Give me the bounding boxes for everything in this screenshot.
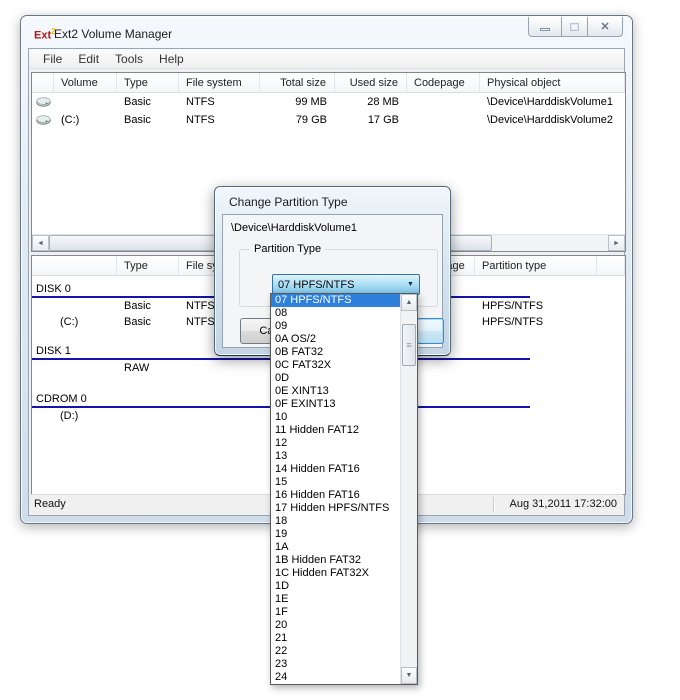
dropdown-item[interactable]: 1D: [271, 580, 400, 593]
disk-icon: [32, 115, 54, 125]
volume-row[interactable]: Basic NTFS 99 MB 28 MB \Device\HarddiskV…: [32, 93, 625, 111]
column-header-type[interactable]: Type: [117, 256, 179, 275]
cell-partition-type: HPFS/NTFS: [482, 300, 544, 312]
page: Ext2 Ext2 Volume Manager ✕ File Edit Too…: [0, 0, 680, 700]
status-separator: [493, 497, 494, 512]
app-icon: Ext2: [34, 27, 56, 42]
groupbox-label: Partition Type: [250, 243, 326, 255]
dropdown-item[interactable]: 0E XINT13: [271, 385, 400, 398]
menu-file[interactable]: File: [35, 50, 70, 68]
dropdown-item[interactable]: 14 Hidden FAT16: [271, 463, 400, 476]
cell-partition-type: HPFS/NTFS: [482, 316, 544, 328]
minimize-icon: [540, 28, 550, 31]
minimize-button[interactable]: [528, 17, 562, 37]
dropdown-item[interactable]: 0C FAT32X: [271, 359, 400, 372]
menu-edit[interactable]: Edit: [70, 50, 107, 68]
dropdown-item[interactable]: 24: [271, 671, 400, 684]
dropdown-item[interactable]: 08: [271, 307, 400, 320]
menu-tools[interactable]: Tools: [107, 50, 151, 68]
status-datetime: Aug 31,2011 17:32:00: [509, 498, 617, 510]
dropdown-item[interactable]: 12: [271, 437, 400, 450]
column-header-volume[interactable]: Volume: [54, 73, 117, 92]
cell-type: RAW: [124, 362, 150, 374]
column-header-name[interactable]: [32, 256, 117, 275]
column-header-partition-type[interactable]: Partition type: [475, 256, 597, 275]
dropdown-item[interactable]: 18: [271, 515, 400, 528]
device-path-label: \Device\HarddiskVolume1: [231, 222, 357, 234]
cell-physical-object: \Device\HarddiskVolume1: [487, 96, 613, 108]
column-header-icon[interactable]: [32, 73, 54, 92]
dropdown-item[interactable]: 0F EXINT13: [271, 398, 400, 411]
menu-help[interactable]: Help: [151, 50, 192, 68]
dropdown-item[interactable]: 16 Hidden FAT16: [271, 489, 400, 502]
cell-volume: (C:): [61, 114, 80, 126]
partition-type-combobox[interactable]: 07 HPFS/NTFS ▼: [272, 274, 420, 295]
cell-total-size: 99 MB: [295, 96, 327, 108]
cell-filesystem: NTFS: [186, 96, 215, 108]
dropdown-item[interactable]: 07 HPFS/NTFS: [271, 294, 400, 307]
cell-filesystem: NTFS: [186, 114, 215, 126]
dropdown-item[interactable]: 1B Hidden FAT32: [271, 554, 400, 567]
cell-type: Basic: [124, 96, 151, 108]
close-icon: ✕: [600, 21, 610, 33]
dropdown-item[interactable]: 15: [271, 476, 400, 489]
volumes-header: Volume Type File system Total size Used …: [32, 73, 625, 93]
cell-type: Basic: [124, 114, 151, 126]
combobox-value: 07 HPFS/NTFS: [278, 278, 355, 291]
dropdown-item[interactable]: 21: [271, 632, 400, 645]
dropdown-item[interactable]: 1C Hidden FAT32X: [271, 567, 400, 580]
titlebar[interactable]: Ext2 Ext2 Volume Manager ✕: [21, 16, 632, 49]
dropdown-item[interactable]: 0A OS/2: [271, 333, 400, 346]
cell-type: Basic: [124, 300, 151, 312]
column-header-codepage[interactable]: Codepage: [407, 73, 480, 92]
maximize-button[interactable]: [562, 17, 588, 37]
scroll-right-icon[interactable]: ►: [608, 235, 625, 251]
dropdown-item[interactable]: 0D: [271, 372, 400, 385]
dropdown-item[interactable]: 10: [271, 411, 400, 424]
dialog-title: Change Partition Type: [229, 195, 348, 209]
dropdown-item[interactable]: 09: [271, 320, 400, 333]
cell-volume: (C:): [60, 316, 79, 328]
dropdown-list: 07 HPFS/NTFS 08 09 0A OS/2 0B FAT32 0C F…: [271, 294, 400, 684]
close-button[interactable]: ✕: [588, 17, 623, 37]
dropdown-item[interactable]: 0B FAT32: [271, 346, 400, 359]
cell-physical-object: \Device\HarddiskVolume2: [487, 114, 613, 126]
dropdown-item[interactable]: 13: [271, 450, 400, 463]
scrollbar-thumb[interactable]: ≡: [402, 324, 416, 366]
dropdown-scrollbar[interactable]: ▲ ≡ ▼: [400, 294, 417, 684]
column-header-filler: [597, 256, 625, 275]
column-header-used-size[interactable]: Used size: [335, 73, 407, 92]
dropdown-item[interactable]: 20: [271, 619, 400, 632]
cell-used-size: 17 GB: [367, 114, 399, 126]
scroll-left-icon[interactable]: ◄: [32, 235, 49, 251]
volume-row[interactable]: (C:) Basic NTFS 79 GB 17 GB \Device\Hard…: [32, 111, 625, 129]
scroll-down-icon[interactable]: ▼: [401, 667, 417, 684]
dropdown-item[interactable]: 1E: [271, 593, 400, 606]
column-header-filesystem[interactable]: File system: [179, 73, 260, 92]
caption-buttons: ✕: [528, 17, 623, 37]
dropdown-item[interactable]: 19: [271, 528, 400, 541]
dropdown-item[interactable]: 1A: [271, 541, 400, 554]
maximize-icon: [570, 22, 579, 31]
menu-bar: File Edit Tools Help: [29, 49, 624, 69]
dropdown-item[interactable]: 22: [271, 645, 400, 658]
window-title: Ext2 Volume Manager: [54, 27, 173, 41]
partition-type-dropdown: 07 HPFS/NTFS 08 09 0A OS/2 0B FAT32 0C F…: [270, 293, 418, 685]
cell-total-size: 79 GB: [295, 114, 327, 126]
disk-icon: [32, 97, 54, 107]
status-text: Ready: [34, 498, 66, 510]
column-header-total-size[interactable]: Total size: [260, 73, 335, 92]
column-header-physical-object[interactable]: Physical object: [480, 73, 625, 92]
dropdown-item[interactable]: 1F: [271, 606, 400, 619]
dropdown-item[interactable]: 11 Hidden FAT12: [271, 424, 400, 437]
cell-volume: (D:): [60, 410, 79, 422]
dropdown-item[interactable]: 23: [271, 658, 400, 671]
cell-type: Basic: [124, 316, 151, 328]
column-header-type[interactable]: Type: [117, 73, 179, 92]
scroll-up-icon[interactable]: ▲: [401, 294, 417, 311]
dropdown-item[interactable]: 17 Hidden HPFS/NTFS: [271, 502, 400, 515]
chevron-down-icon[interactable]: ▼: [402, 281, 419, 288]
cell-used-size: 28 MB: [367, 96, 399, 108]
